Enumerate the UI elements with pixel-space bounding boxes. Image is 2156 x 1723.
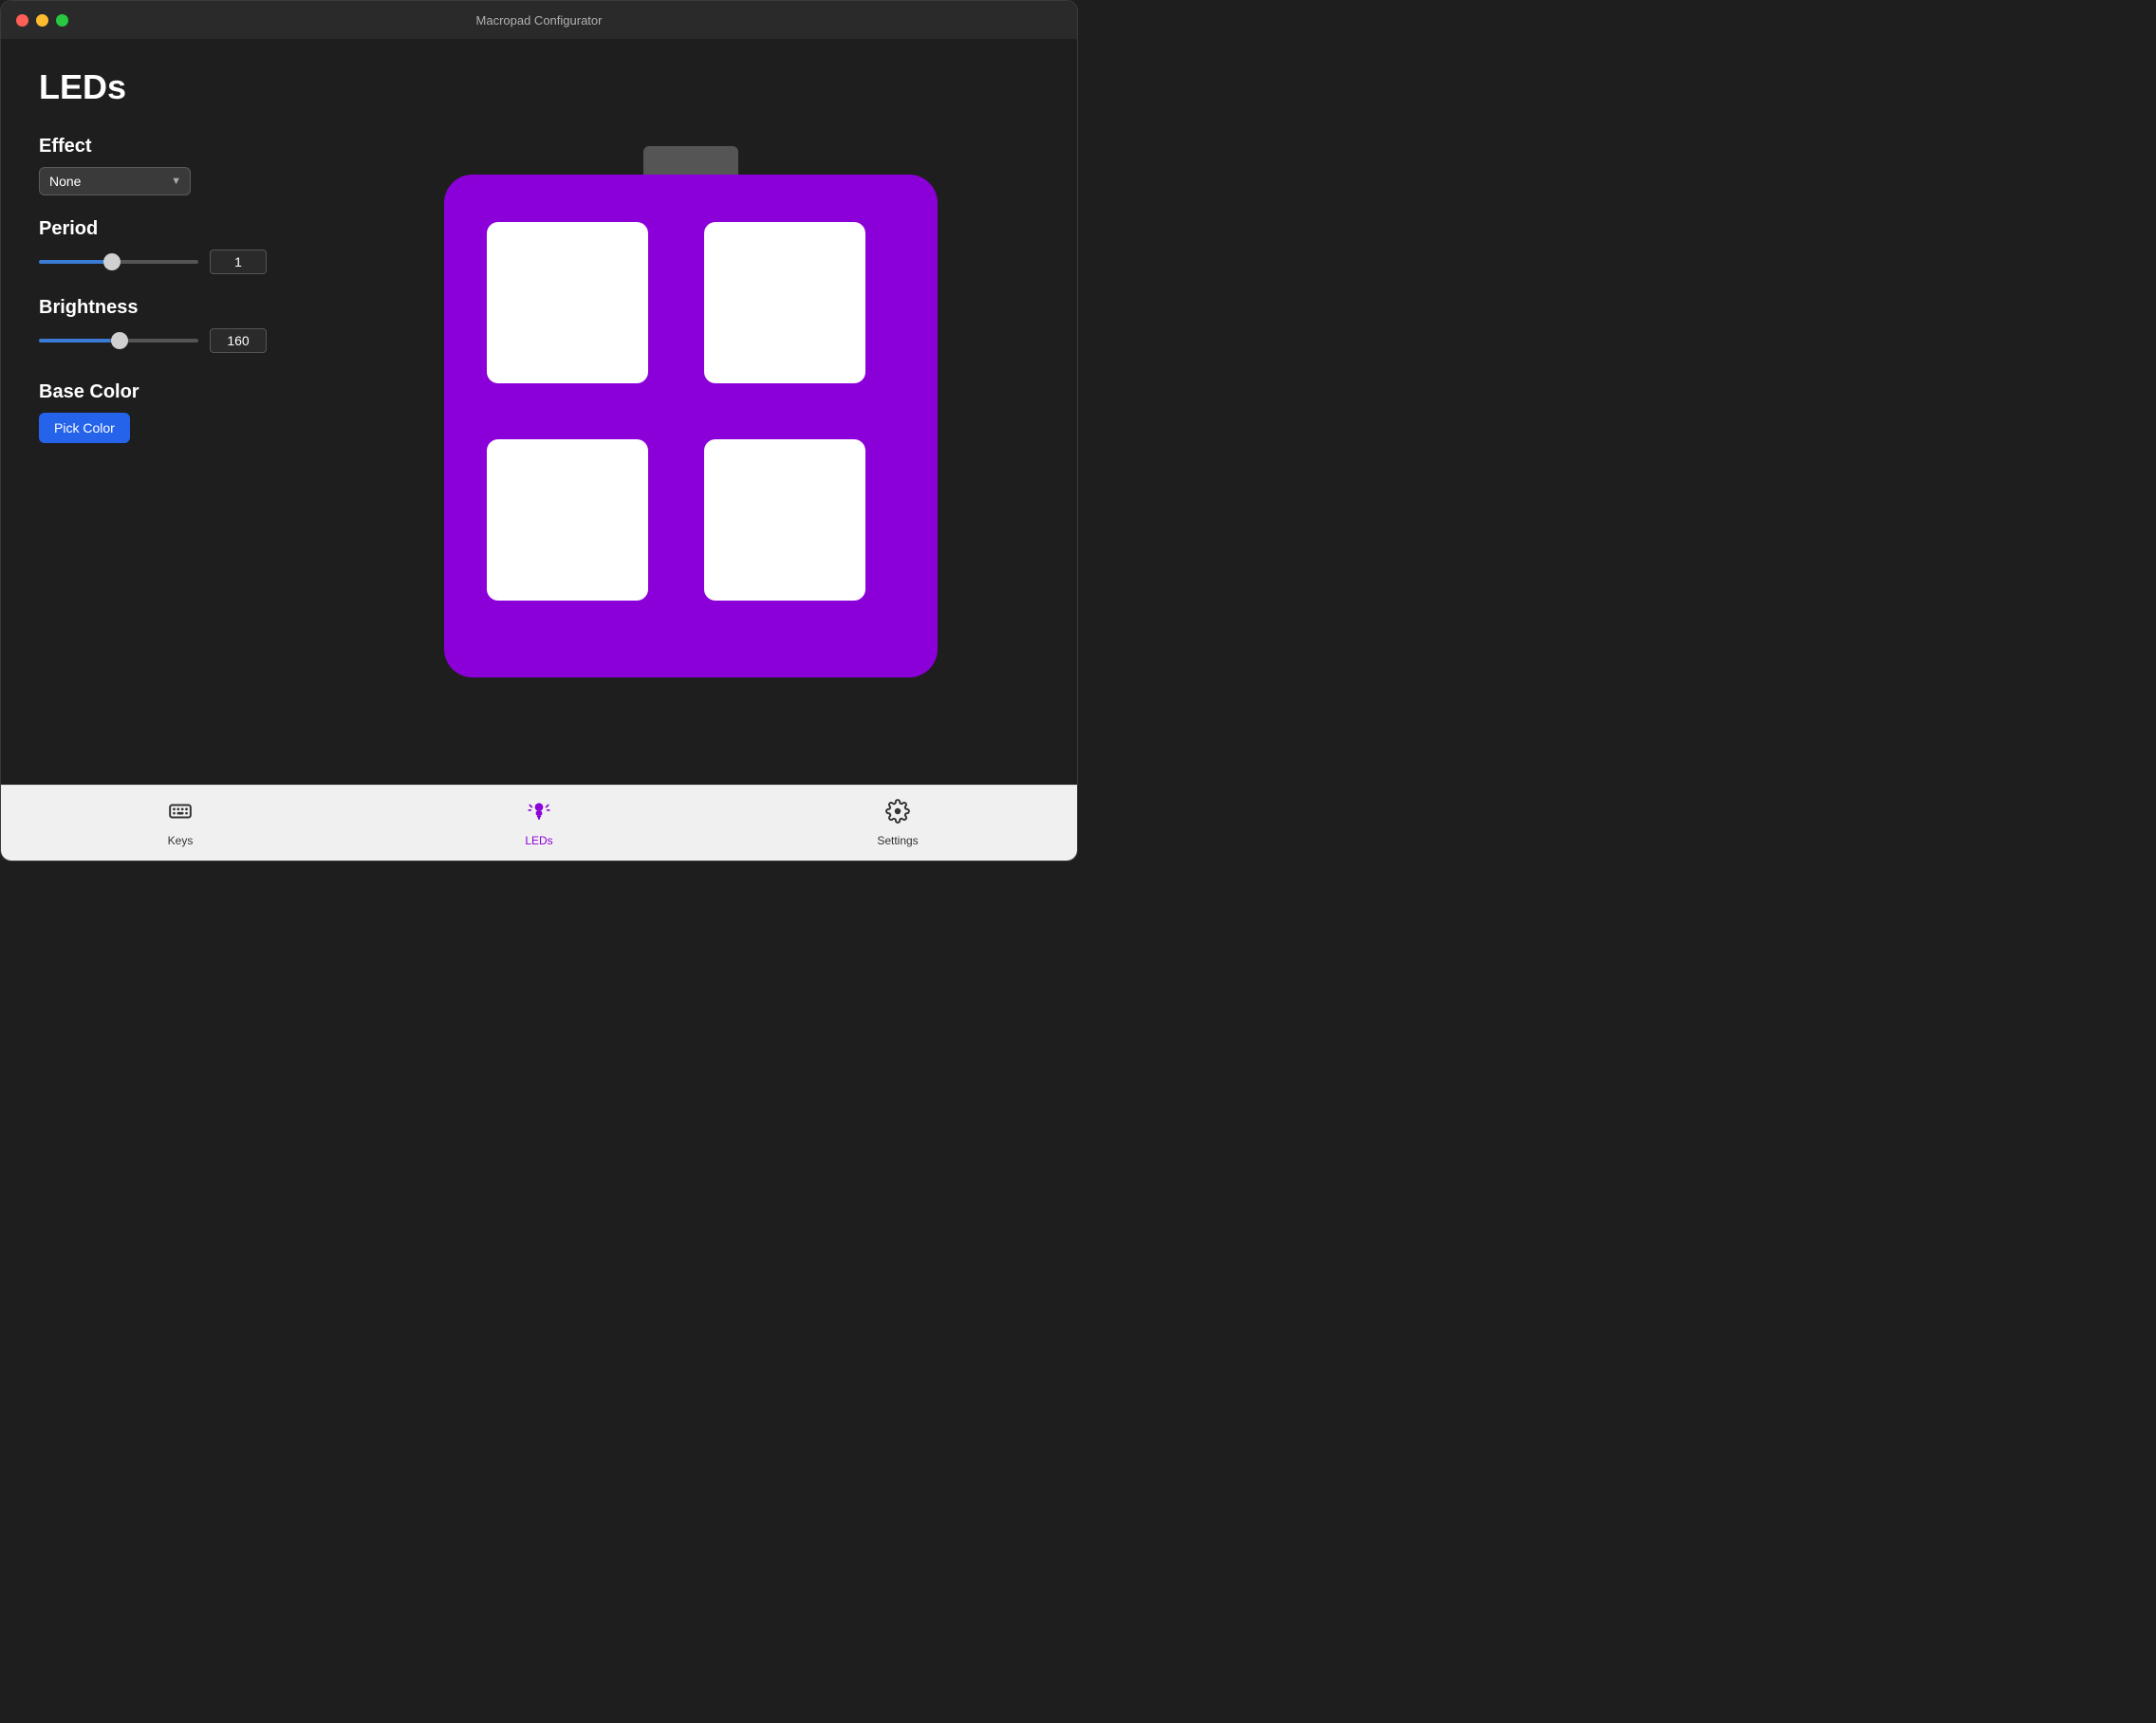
tab-settings[interactable]: Settings (850, 799, 945, 847)
window-title: Macropad Configurator (476, 13, 603, 28)
tab-bar: Keys LEDs (1, 785, 1077, 861)
brightness-slider-row (39, 328, 267, 353)
minimize-button[interactable] (36, 14, 48, 27)
brightness-slider[interactable] (39, 339, 198, 343)
tab-leds[interactable]: LEDs (492, 799, 586, 847)
period-value-input[interactable] (210, 250, 267, 274)
pick-color-button[interactable]: Pick Color (39, 413, 130, 443)
macropad-key-1[interactable] (487, 222, 648, 383)
traffic-lights (16, 14, 68, 27)
macropad-body (444, 175, 938, 677)
led-icon (527, 799, 551, 830)
period-slider[interactable] (39, 260, 198, 264)
effect-label: Effect (39, 136, 267, 157)
close-button[interactable] (16, 14, 28, 27)
base-color-label: Base Color (39, 381, 267, 403)
effect-section: Effect None Solid Breathing Rainbow Cycl… (39, 136, 267, 195)
brightness-label: Brightness (39, 297, 267, 319)
keyboard-icon (168, 799, 193, 830)
macropad-wrapper (444, 146, 938, 677)
tab-keys[interactable]: Keys (133, 799, 228, 847)
effect-dropdown[interactable]: None Solid Breathing Rainbow Cycle (39, 167, 191, 195)
macropad-key-4[interactable] (704, 439, 865, 601)
tab-keys-label: Keys (168, 834, 194, 847)
period-section: Period (39, 218, 267, 274)
right-panel (305, 39, 1077, 785)
title-bar: Macropad Configurator (1, 1, 1077, 39)
macropad-key-2[interactable] (704, 222, 865, 383)
period-label: Period (39, 218, 267, 240)
page-title: LEDs (39, 67, 267, 107)
tab-leds-label: LEDs (525, 834, 552, 847)
brightness-section: Brightness (39, 297, 267, 353)
macropad-connector (643, 146, 738, 175)
tab-settings-label: Settings (877, 834, 918, 847)
base-color-section: Base Color Pick Color (39, 381, 267, 443)
app-window: Macropad Configurator LEDs Effect None S… (0, 0, 1078, 862)
brightness-value-input[interactable] (210, 328, 267, 353)
effect-dropdown-wrapper[interactable]: None Solid Breathing Rainbow Cycle ▼ (39, 167, 191, 195)
gear-icon (885, 799, 910, 830)
period-slider-container (39, 252, 198, 271)
brightness-slider-container (39, 331, 198, 350)
left-panel: LEDs Effect None Solid Breathing Rainbow… (1, 39, 305, 785)
main-content: LEDs Effect None Solid Breathing Rainbow… (1, 39, 1077, 785)
period-slider-row (39, 250, 267, 274)
macropad-key-3[interactable] (487, 439, 648, 601)
maximize-button[interactable] (56, 14, 68, 27)
